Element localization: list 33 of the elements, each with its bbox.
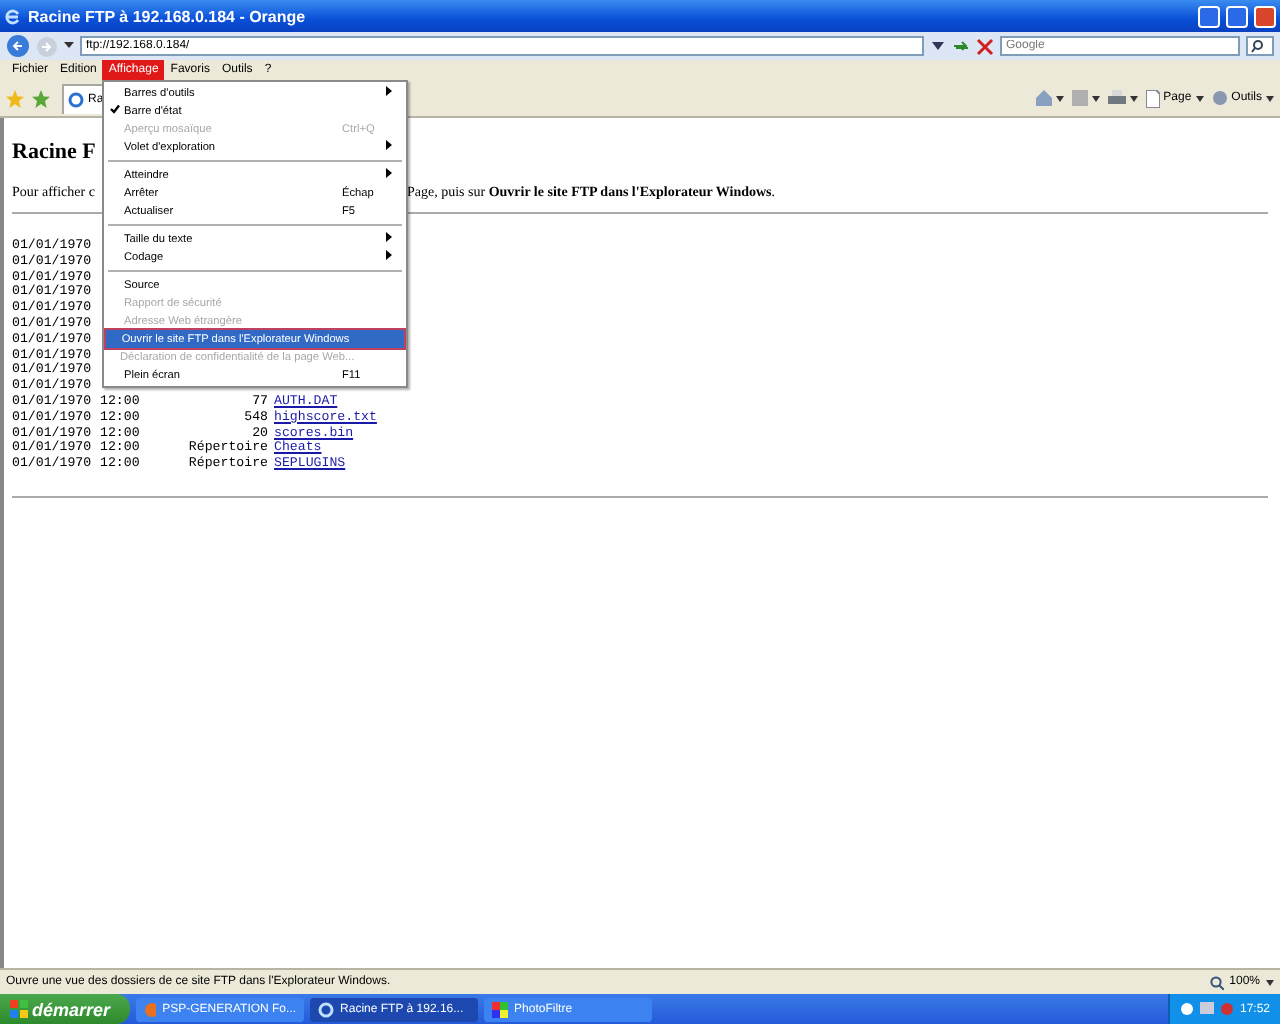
browser-logo-icon (4, 7, 22, 25)
stop-icon[interactable] (976, 37, 994, 55)
dropdown-caret-icon[interactable] (930, 38, 946, 54)
close-button[interactable] (1254, 5, 1276, 27)
browser-logo-icon (68, 91, 84, 107)
back-button[interactable] (6, 34, 30, 58)
window-title: Racine FTP à 192.168.0.184 - Orange (28, 7, 308, 25)
feeds-button[interactable] (1071, 90, 1100, 106)
tray-icon[interactable] (1179, 1002, 1194, 1016)
caret-icon[interactable] (1266, 979, 1274, 985)
search-button[interactable] (1246, 36, 1274, 56)
browser-logo-icon (318, 1001, 335, 1017)
refresh-icon[interactable] (952, 37, 970, 55)
page-icon (1145, 89, 1160, 107)
home-icon (1035, 90, 1052, 106)
caret-icon (1129, 95, 1138, 101)
caret-icon (1091, 95, 1100, 101)
page-heading: Racine F (12, 140, 96, 164)
home-button[interactable] (1035, 90, 1064, 106)
caret-icon (1055, 95, 1064, 101)
palette-icon (492, 1001, 509, 1017)
maximize-button[interactable] (1226, 5, 1248, 27)
minimize-button[interactable] (1198, 5, 1220, 27)
dropdown-caret-icon[interactable] (64, 42, 74, 50)
star-icon[interactable] (6, 89, 24, 107)
windows-logo-icon (10, 1000, 28, 1018)
zoom-icon (1209, 975, 1224, 989)
star-icon[interactable] (32, 89, 50, 107)
caret-icon (1195, 95, 1204, 101)
print-button[interactable] (1107, 90, 1138, 106)
printer-icon (1107, 90, 1126, 106)
caret-icon (1266, 95, 1274, 101)
start-button[interactable]: démarrer (0, 994, 131, 1024)
